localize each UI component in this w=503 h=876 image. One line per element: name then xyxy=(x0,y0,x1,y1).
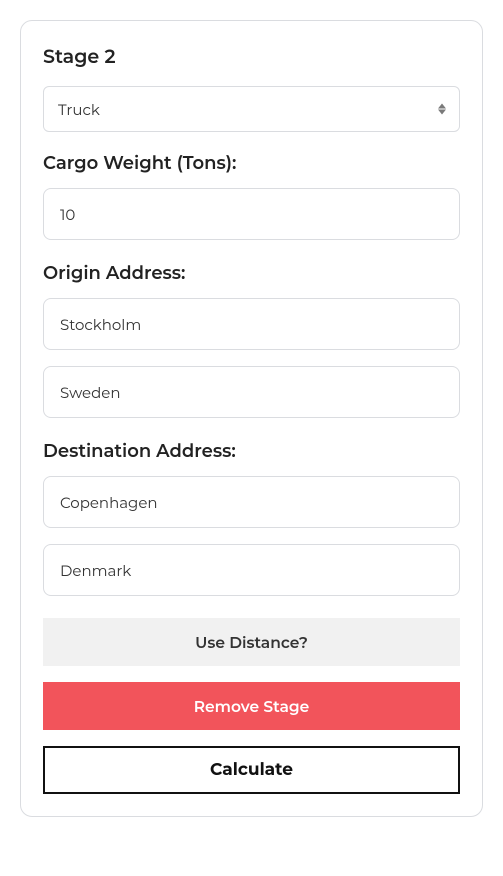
transport-select[interactable]: Truck xyxy=(43,86,460,132)
remove-stage-button[interactable]: Remove Stage xyxy=(43,682,460,730)
stage-title: Stage 2 xyxy=(43,45,460,68)
cargo-weight-label: Cargo Weight (Tons): xyxy=(43,152,460,174)
destination-label: Destination Address: xyxy=(43,440,460,462)
origin-country-input[interactable] xyxy=(43,366,460,418)
destination-city-input[interactable] xyxy=(43,476,460,528)
origin-section: Origin Address: xyxy=(43,262,460,418)
origin-label: Origin Address: xyxy=(43,262,460,284)
use-distance-toggle-button[interactable]: Use Distance? xyxy=(43,618,460,666)
transport-select-wrapper: Truck xyxy=(43,86,460,132)
cargo-weight-input[interactable] xyxy=(43,188,460,240)
destination-section: Destination Address: xyxy=(43,440,460,596)
destination-country-input[interactable] xyxy=(43,544,460,596)
cargo-weight-section: Cargo Weight (Tons): xyxy=(43,152,460,240)
stage-card: Stage 2 Truck Cargo Weight (Tons): Origi… xyxy=(20,20,483,817)
origin-city-input[interactable] xyxy=(43,298,460,350)
calculate-button[interactable]: Calculate xyxy=(43,746,460,794)
